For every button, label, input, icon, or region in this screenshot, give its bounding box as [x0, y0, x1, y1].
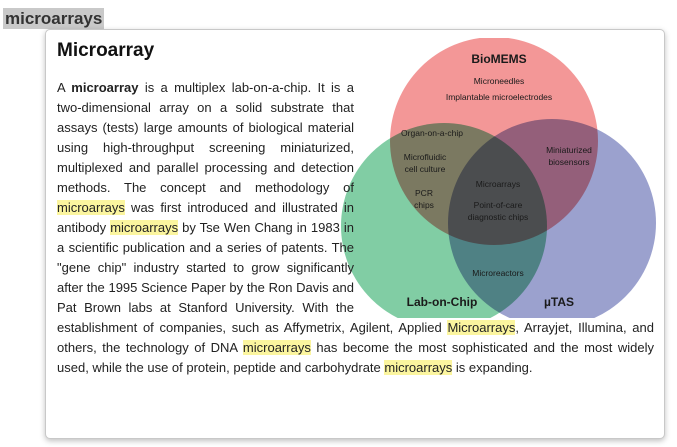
diagram-spacer: [364, 78, 654, 308]
highlighted-term: microarrays: [242, 340, 311, 355]
search-term-highlight: microarrays: [3, 8, 105, 29]
biomems-label: BioMEMS: [471, 52, 526, 66]
preview-popup: Microarray BioMEMS Microneedles Implanta…: [45, 29, 665, 439]
popup-title[interactable]: Microarray: [57, 40, 154, 62]
highlighted-term: microarrays: [384, 360, 453, 375]
highlighted-term: microarrays: [57, 200, 125, 215]
highlighted-term: microarrays: [110, 220, 179, 235]
text-segment: is a multiplex lab-on-a-chip. It is a tw…: [57, 80, 354, 195]
highlighted-term: Microarrays: [447, 320, 516, 335]
text-segment: A: [57, 80, 72, 95]
article-extract: A microarray is a multiplex lab-on-a-chi…: [57, 78, 654, 378]
bold-term: microarray: [71, 80, 139, 95]
text-segment: is expanding.: [452, 360, 533, 375]
